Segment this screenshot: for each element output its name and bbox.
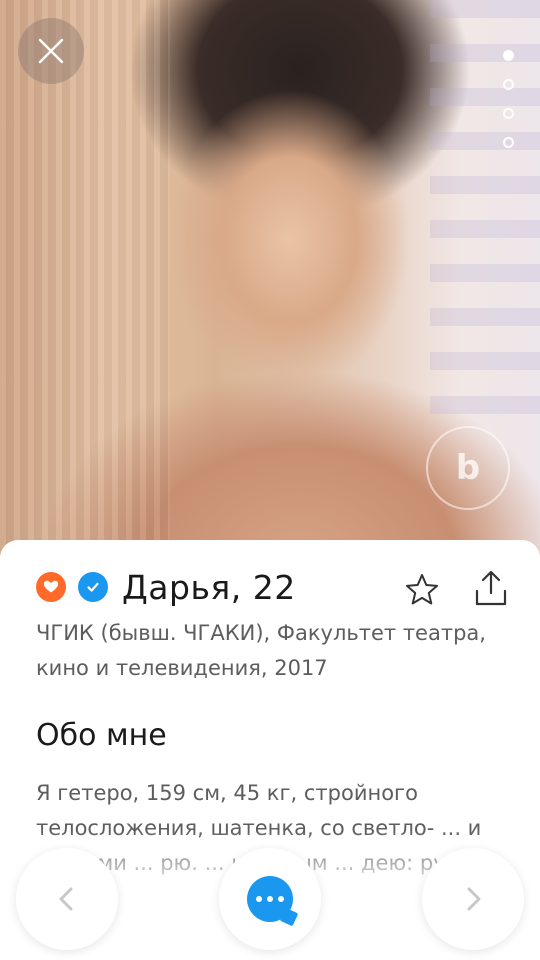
photo-pagination xyxy=(503,50,514,148)
next-button[interactable] xyxy=(422,848,524,950)
chevron-right-icon xyxy=(467,887,481,911)
profile-photo[interactable]: b xyxy=(0,0,540,580)
share-icon[interactable] xyxy=(472,569,510,609)
profile-name-age: Дарья, 22 xyxy=(122,567,296,607)
verified-badge-icon xyxy=(78,572,108,602)
close-button[interactable] xyxy=(18,18,84,84)
previous-button[interactable] xyxy=(16,848,118,950)
chevron-left-icon xyxy=(59,887,73,911)
chat-button[interactable] xyxy=(219,848,321,950)
close-icon xyxy=(38,38,64,64)
chat-icon xyxy=(247,876,293,922)
photo-dot[interactable] xyxy=(503,50,514,61)
heart-badge-icon xyxy=(36,572,66,602)
photo-background-door xyxy=(0,0,170,580)
photo-background-wallpaper xyxy=(430,0,540,420)
star-icon[interactable] xyxy=(404,572,440,608)
watermark-logo: b xyxy=(426,426,510,510)
photo-dot[interactable] xyxy=(503,137,514,148)
about-title: Обо мне xyxy=(36,718,167,753)
photo-dot[interactable] xyxy=(503,79,514,90)
profile-header: Дарья, 22 xyxy=(36,566,296,608)
photo-dot[interactable] xyxy=(503,108,514,119)
education-text: ЧГИК (бывш. ЧГАКИ), Факультет театра, ки… xyxy=(36,621,486,680)
